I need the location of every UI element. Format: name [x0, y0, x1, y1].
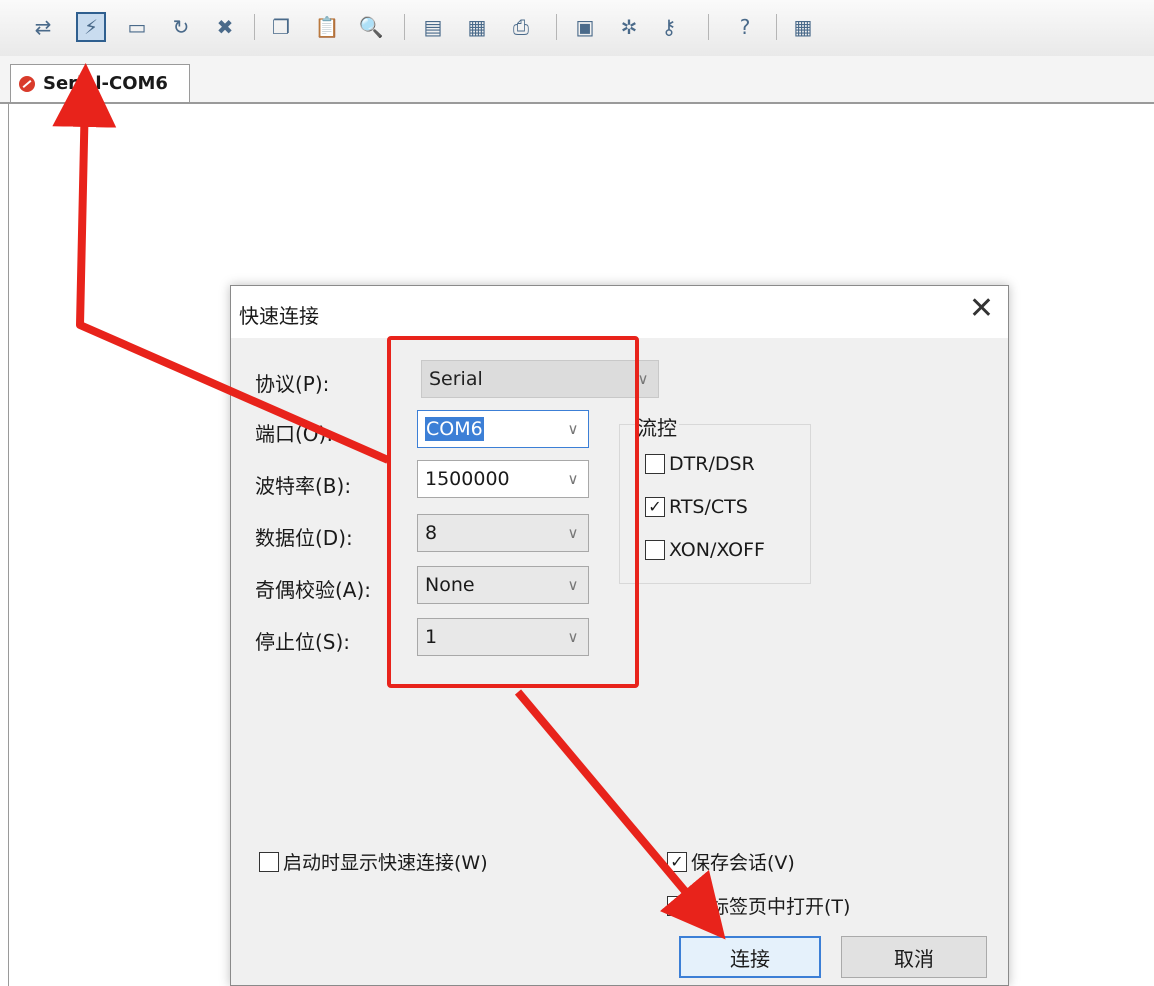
print-screen-icon[interactable]: ▦ [462, 12, 492, 42]
save-session-label: 保存会话(V) [691, 852, 795, 874]
dtr-dsr-label: DTR/DSR [669, 453, 755, 475]
disconnected-icon [19, 75, 35, 92]
checkmark-icon: ✓ [667, 851, 687, 872]
tab-strip: Serial-COM6 [0, 56, 1154, 104]
port-label: 端口(O): [255, 422, 334, 446]
toolbar-separator [404, 14, 405, 40]
checkmark-icon: ✓ [645, 497, 665, 517]
reconnect-icon[interactable]: ↻ [166, 12, 196, 42]
parity-label: 奇偶校验(A): [255, 578, 372, 602]
print-icon[interactable]: ⎙ [506, 12, 536, 42]
show-on-startup-checkbox[interactable]: 启动时显示快速连接(W) [259, 848, 488, 875]
databits-label: 数据位(D): [255, 526, 353, 550]
show-on-startup-label: 启动时显示快速连接(W) [283, 852, 488, 874]
session-options-icon[interactable]: ▣ [570, 12, 600, 42]
toolbar-separator [556, 14, 557, 40]
copy-icon[interactable]: ❐ [266, 12, 296, 42]
quick-connect-icon[interactable]: ⚡ [76, 12, 106, 42]
connect-icon[interactable]: ⇄ [28, 12, 58, 42]
checkbox-box [645, 540, 665, 560]
checkbox-box [259, 851, 279, 872]
xon-xoff-label: XON/XOFF [669, 539, 765, 561]
rts-cts-label: RTS/CTS [669, 496, 748, 518]
paste-icon[interactable]: 📋 [312, 12, 342, 42]
help-icon[interactable]: ? [730, 12, 760, 42]
tab-serial-com6[interactable]: Serial-COM6 [10, 64, 190, 102]
toolbar: ⇄ ⚡ ▭ ↻ ✖ ❐ 📋 🔍 ▤ ▦ ⎙ ▣ ✲ ⚷ ? ▦ [0, 0, 1154, 57]
tab-label: Serial-COM6 [43, 73, 168, 94]
connect-in-tab-icon[interactable]: ▭ [122, 12, 152, 42]
close-icon[interactable]: ✕ [969, 294, 994, 324]
xon-xoff-checkbox[interactable]: XON/XOFF [645, 539, 765, 561]
dialog-title: 快速连接 [239, 304, 319, 328]
print-setup-icon[interactable]: ▤ [418, 12, 448, 42]
annotation-highlight-box [387, 336, 639, 688]
open-in-tab-checkbox[interactable]: 在标签页中打开(T) [667, 892, 850, 919]
connect-button[interactable]: 连接 [679, 936, 821, 978]
toolbar-separator [708, 14, 709, 40]
about-icon[interactable]: ▦ [788, 12, 818, 42]
protocol-label: 协议(P): [255, 372, 330, 396]
stopbits-label: 停止位(S): [255, 630, 351, 654]
dialog-titlebar: 快速连接 ✕ [231, 286, 1008, 338]
checkbox-box [645, 454, 665, 474]
dtr-dsr-checkbox[interactable]: DTR/DSR [645, 453, 755, 475]
open-in-tab-label: 在标签页中打开(T) [691, 896, 851, 918]
global-options-icon[interactable]: ✲ [614, 12, 644, 42]
rts-cts-checkbox[interactable]: ✓ RTS/CTS [645, 496, 748, 518]
keymap-icon[interactable]: ⚷ [654, 12, 684, 42]
disconnect-icon[interactable]: ✖ [210, 12, 240, 42]
checkbox-box [667, 895, 687, 916]
baud-label: 波特率(B): [255, 474, 352, 498]
flow-control-label: 流控 [635, 412, 679, 441]
save-session-checkbox[interactable]: ✓ 保存会话(V) [667, 848, 795, 875]
toolbar-separator [254, 14, 255, 40]
cancel-button[interactable]: 取消 [841, 936, 987, 978]
find-icon[interactable]: 🔍 [356, 12, 386, 42]
toolbar-separator [776, 14, 777, 40]
